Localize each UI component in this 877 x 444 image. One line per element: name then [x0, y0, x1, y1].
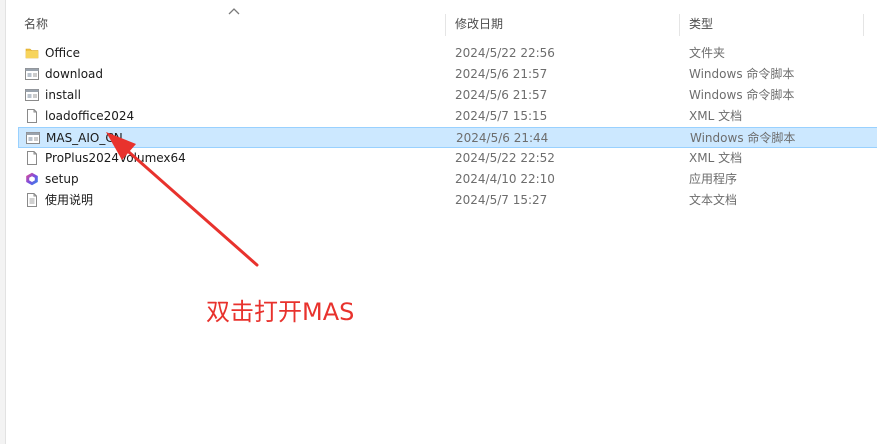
file-name: setup	[45, 172, 79, 186]
script-icon	[26, 132, 40, 144]
file-name: loadoffice2024	[45, 109, 135, 123]
file-name: 使用说明	[45, 193, 94, 207]
column-header-date-label: 修改日期	[455, 17, 504, 31]
file-date: 2024/5/7 15:27	[455, 193, 548, 207]
file-date: 2024/5/22 22:52	[455, 151, 555, 165]
column-header-type[interactable]: 类型	[671, 8, 851, 40]
file-type: Windows 命令脚本	[689, 88, 795, 102]
file-type: 文本文档	[689, 193, 738, 207]
annotation-text: 双击打开MAS	[206, 298, 355, 326]
folder-icon	[25, 48, 39, 59]
column-header-date[interactable]: 修改日期	[437, 8, 677, 40]
file-row-mas-aio-cn[interactable]: MAS_AIO_CN 2024/5/6 21:44 Windows 命令脚本	[18, 127, 877, 148]
script-icon	[25, 68, 39, 80]
column-header-type-label: 类型	[689, 17, 714, 31]
file-type: XML 文档	[689, 151, 743, 165]
file-name: ProPlus2024Volumex64	[45, 151, 186, 165]
file-date: 2024/5/6 21:44	[456, 131, 549, 145]
file-date: 2024/5/7 15:15	[455, 109, 548, 123]
column-header-name[interactable]: 名称	[6, 8, 445, 40]
office-setup-icon	[26, 172, 38, 186]
file-name: Office	[45, 46, 81, 60]
file-date: 2024/5/6 21:57	[455, 67, 548, 81]
file-date: 2024/5/6 21:57	[455, 88, 548, 102]
navigation-pane-edge[interactable]	[0, 0, 6, 444]
document-icon	[27, 109, 37, 123]
column-divider[interactable]	[863, 14, 864, 36]
file-row-usage-notes[interactable]: 使用说明 2024/5/7 15:27 文本文档	[18, 190, 877, 211]
script-icon	[25, 89, 39, 101]
file-name: MAS_AIO_CN	[46, 131, 123, 145]
file-row-install[interactable]: install 2024/5/6 21:57 Windows 命令脚本	[18, 85, 877, 106]
file-type: 文件夹	[689, 46, 726, 60]
file-row-download[interactable]: download 2024/5/6 21:57 Windows 命令脚本	[18, 64, 877, 85]
file-row-setup[interactable]: setup 2024/4/10 22:10 应用程序	[18, 169, 877, 190]
file-name: install	[45, 88, 81, 102]
file-date: 2024/4/10 22:10	[455, 172, 555, 186]
file-type: 应用程序	[689, 172, 738, 186]
file-row-loadoffice2024[interactable]: loadoffice2024 2024/5/7 15:15 XML 文档	[18, 106, 877, 127]
column-header: 名称 修改日期 类型	[6, 8, 877, 40]
file-type: XML 文档	[689, 109, 743, 123]
document-icon	[27, 193, 37, 207]
file-type: Windows 命令脚本	[689, 67, 795, 81]
document-icon	[27, 151, 37, 165]
file-row-office[interactable]: Office 2024/5/22 22:56 文件夹	[18, 43, 877, 64]
column-header-name-label: 名称	[24, 17, 49, 31]
file-name: download	[45, 67, 104, 81]
file-type: Windows 命令脚本	[690, 131, 796, 145]
file-row-proplus2024volumex64[interactable]: ProPlus2024Volumex64 2024/5/22 22:52 XML…	[18, 148, 877, 169]
file-date: 2024/5/22 22:56	[455, 46, 555, 60]
